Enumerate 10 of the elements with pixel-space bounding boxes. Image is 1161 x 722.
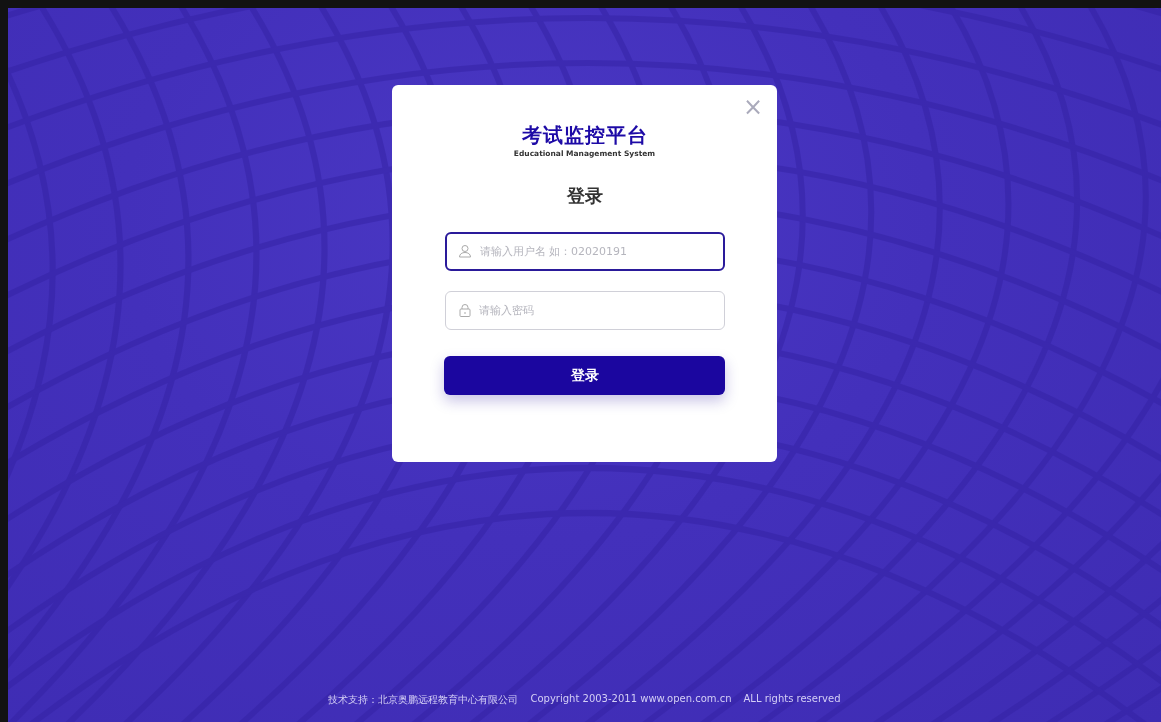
password-field[interactable]: 请输入密码 (444, 291, 725, 330)
footer-text: Copyright 2003-2011 www.open.com.cn (530, 693, 732, 706)
user-icon (457, 244, 472, 258)
footer-text: 技术支持：北京奥鹏远程教育中心有限公司 (328, 693, 519, 707)
footer-text: ALL rights reserved (743, 693, 841, 706)
login-button[interactable]: 登录 (444, 356, 725, 395)
username-field[interactable]: 请输入用户名 如：02020191 (444, 232, 725, 271)
lock-icon (457, 303, 472, 317)
login-heading: 登录 (566, 184, 603, 208)
platform-title: 考试监控平台 (521, 123, 648, 147)
